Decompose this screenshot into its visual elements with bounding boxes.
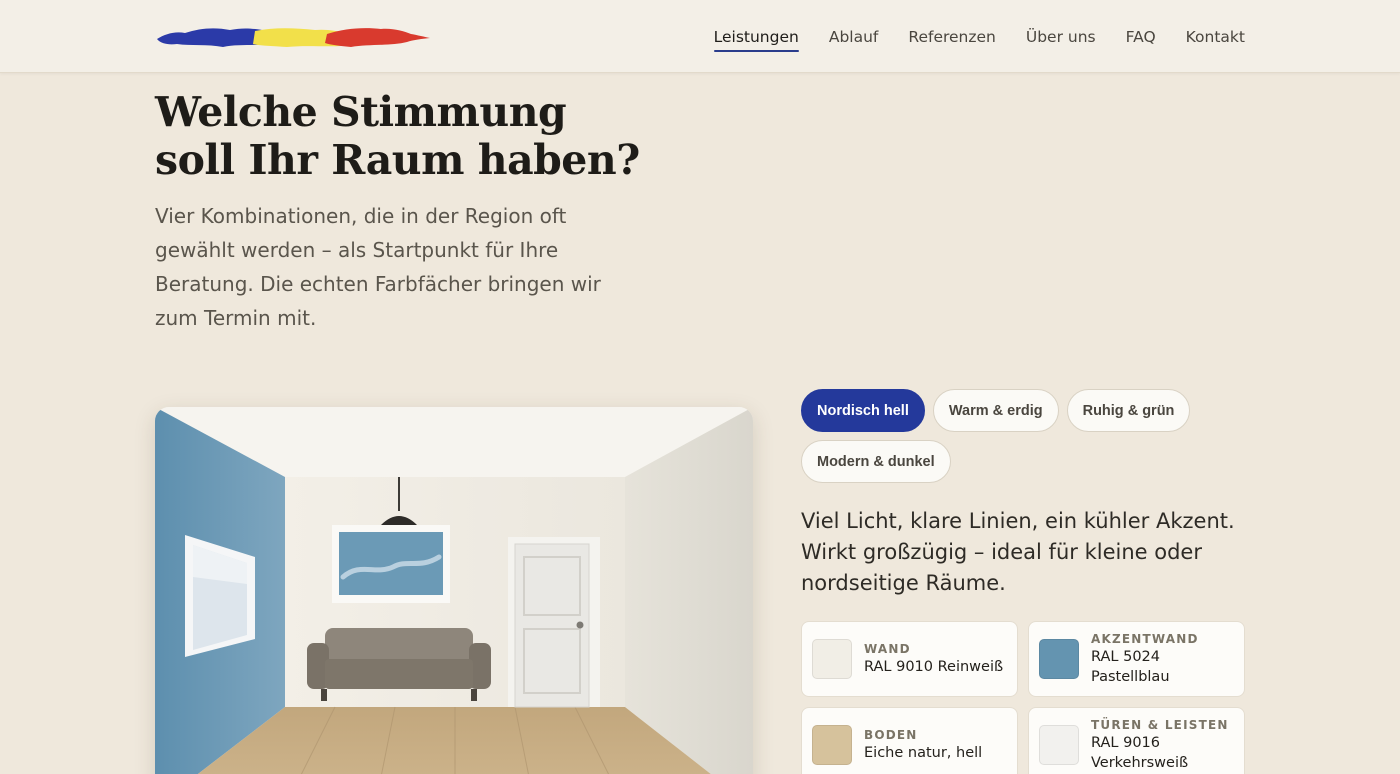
swatch-value-wand: RAL 9010 Reinweiß xyxy=(864,659,1004,675)
nav-leistungen[interactable]: Leistungen xyxy=(713,22,800,52)
sofa-back xyxy=(325,628,473,664)
section-title: Welche Stimmung soll Ihr Raum haben? xyxy=(155,88,675,184)
nav-ablauf[interactable]: Ablauf xyxy=(829,22,879,52)
nav-ueber-uns[interactable]: Über uns xyxy=(1026,22,1096,52)
logo-stroke-blue xyxy=(157,28,267,47)
nav-referenzen[interactable]: Referenzen xyxy=(908,22,996,52)
swatch-color-wand xyxy=(812,639,852,679)
swatch-boden: Boden Eiche natur, hell xyxy=(801,707,1018,774)
swatch-label-boden: Boden xyxy=(864,728,918,742)
nav-faq[interactable]: FAQ xyxy=(1126,22,1156,52)
section-lead: Vier Kombinationen, die in der Region of… xyxy=(155,204,601,330)
swatch-wand: Wand RAL 9010 Reinweiß xyxy=(801,621,1018,697)
door-knob xyxy=(576,621,584,629)
swatch-label-wand: Wand xyxy=(864,642,911,656)
section-title-line2: soll Ihr Raum haben? xyxy=(155,136,640,184)
sofa-leg-right xyxy=(471,689,477,701)
chip-nordisch-hell[interactable]: Nordisch hell xyxy=(801,389,925,432)
sofa-leg-left xyxy=(321,689,327,701)
chip-warm-erdig[interactable]: Warm & erdig xyxy=(932,389,1059,432)
swatch-label-tueren-leisten: Türen & Leisten xyxy=(1091,718,1229,732)
swatch-value-boden: Eiche natur, hell xyxy=(864,745,983,761)
sofa-seat xyxy=(325,659,473,689)
main-nav: Leistungen Ablauf Referenzen Über uns FA… xyxy=(713,0,1245,73)
swatch-color-tueren-leisten xyxy=(1039,725,1079,765)
swatch-color-boden xyxy=(812,725,852,765)
brand-logo[interactable] xyxy=(155,22,431,50)
swatch-label-akzentwand: Akzentwand xyxy=(1091,632,1199,646)
chip-modern-dunkel[interactable]: Modern & dunkel xyxy=(801,440,951,483)
swatch-akzentwand: Akzentwand RAL 5024 Pastellblau xyxy=(1028,621,1245,697)
chip-ruhig-gruen[interactable]: Ruhig & grün xyxy=(1066,389,1191,432)
swatch-color-akzentwand xyxy=(1039,639,1079,679)
swatch-value-akzentwand: RAL 5024 Pastellblau xyxy=(1091,649,1170,685)
room-illustration xyxy=(155,407,753,774)
section-title-line1: Welche Stimmung xyxy=(155,88,567,136)
mood-description: Viel Licht, klare Linien, ein kühler Akz… xyxy=(801,509,1235,595)
color-swatches: Wand RAL 9010 Reinweiß Akzentwand RAL 50… xyxy=(801,621,1245,774)
site-header: Leistungen Ablauf Referenzen Über uns FA… xyxy=(0,0,1400,73)
nav-kontakt[interactable]: Kontakt xyxy=(1186,22,1245,52)
swatch-value-tueren-leisten: RAL 9016 Verkehrsweiß xyxy=(1091,735,1189,771)
mood-selector: Nordisch hell Warm & erdig Ruhig & grün … xyxy=(801,389,1251,483)
logo-stroke-red xyxy=(325,28,430,47)
swatch-tueren-leisten: Türen & Leisten RAL 9016 Verkehrsweiß xyxy=(1028,707,1245,774)
